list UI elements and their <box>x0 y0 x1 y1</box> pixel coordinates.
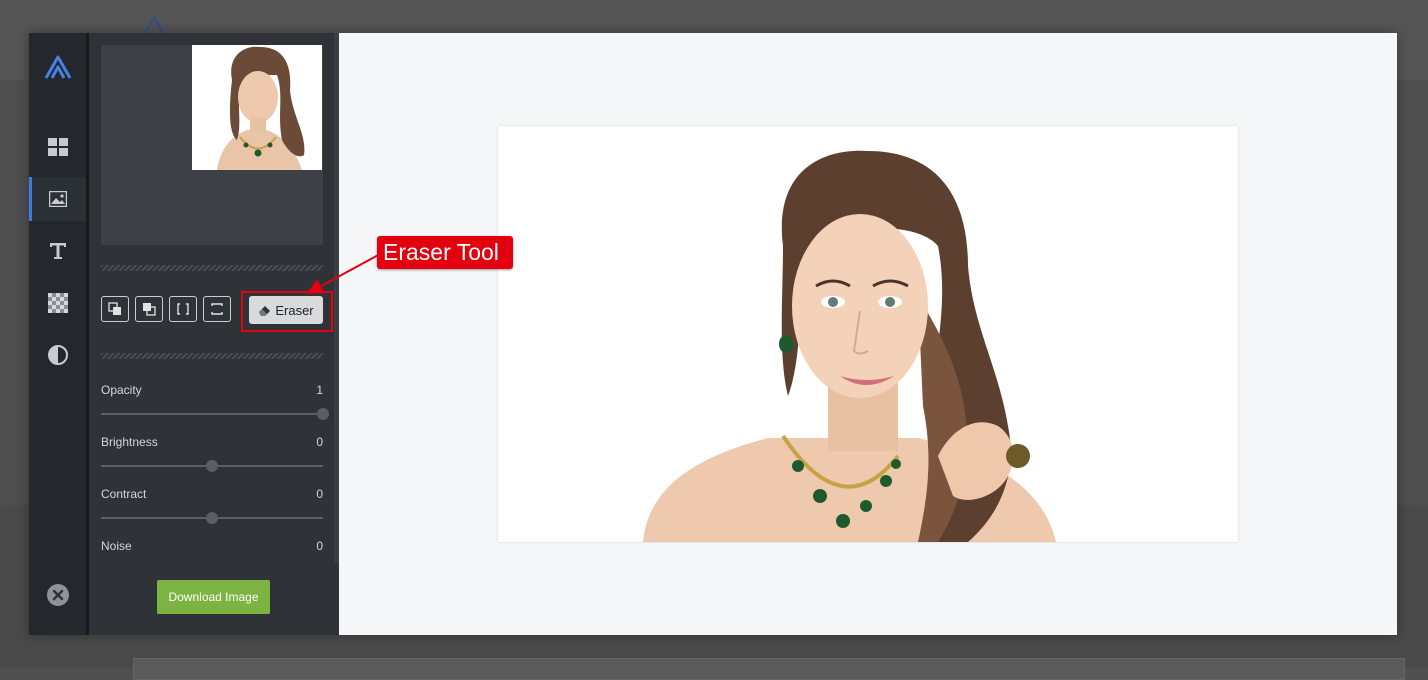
image-icon[interactable] <box>29 177 86 221</box>
contrast-slider[interactable] <box>101 512 323 524</box>
text-icon[interactable] <box>29 229 86 273</box>
brightness-slider-thumb[interactable] <box>206 460 218 472</box>
noise-value: 0 <box>316 539 323 553</box>
icon-rail <box>29 33 86 635</box>
canvas-area <box>339 33 1397 635</box>
flip-horizontal-button[interactable] <box>169 296 197 322</box>
flip-vertical-icon <box>211 303 223 315</box>
opacity-value: 1 <box>316 383 323 397</box>
eraser-tool-callout: Eraser Tool <box>377 236 513 269</box>
background-card <box>133 658 1405 680</box>
brightness-value: 0 <box>316 435 323 449</box>
flip-horizontal-icon <box>177 303 189 315</box>
send-backward-icon <box>143 303 156 316</box>
image-editor-modal: Eraser Opacity 1 Brightness 0 Contract 0… <box>29 33 1397 635</box>
checkerboard-icon[interactable] <box>29 281 86 325</box>
brightness-label: Brightness <box>101 435 158 449</box>
editing-canvas[interactable] <box>498 126 1238 542</box>
brightness-slider[interactable] <box>101 460 323 472</box>
opacity-label: Opacity <box>101 383 142 397</box>
contrast-value: 0 <box>316 487 323 501</box>
bring-forward-icon <box>108 302 121 315</box>
download-image-button[interactable]: Download Image <box>157 580 270 614</box>
section-divider <box>101 265 323 271</box>
opacity-slider-thumb[interactable] <box>317 408 329 420</box>
close-icon[interactable] <box>29 573 86 617</box>
portrait-image <box>643 150 1056 542</box>
noise-label: Noise <box>101 539 132 553</box>
grid-icon[interactable] <box>29 125 86 169</box>
layer-settings-panel: Eraser Opacity 1 Brightness 0 Contract 0… <box>89 33 339 635</box>
flip-vertical-button[interactable] <box>203 296 231 322</box>
bring-forward-button[interactable] <box>101 296 129 322</box>
background-logo-icon <box>142 15 166 34</box>
contrast-label: Contract <box>101 487 147 501</box>
logo-icon[interactable] <box>29 45 86 89</box>
contrast-icon[interactable] <box>29 333 86 377</box>
opacity-slider[interactable] <box>101 408 329 420</box>
image-preview <box>101 45 323 245</box>
contrast-slider-thumb[interactable] <box>206 512 218 524</box>
section-divider <box>101 353 323 359</box>
send-backward-button[interactable] <box>135 296 163 322</box>
preview-thumbnail <box>192 45 322 170</box>
